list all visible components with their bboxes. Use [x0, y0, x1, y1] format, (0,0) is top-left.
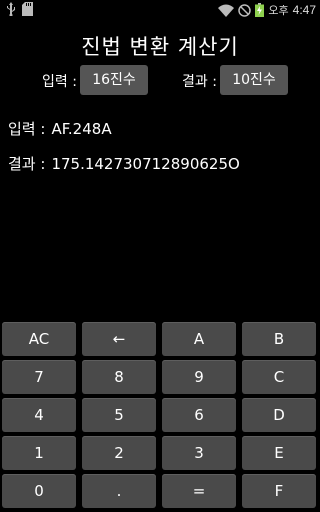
input-base-button[interactable]: 16진수: [80, 65, 148, 95]
status-bar: 오후 4:47: [0, 0, 320, 20]
output-base-button[interactable]: 10진수: [220, 65, 288, 95]
input-base-label: 입력 :: [42, 74, 77, 90]
key-2[interactable]: 2: [82, 436, 156, 470]
key-1[interactable]: 1: [2, 436, 76, 470]
mode-row: 입력 : 16진수 결과 : 10진수: [0, 65, 320, 95]
key-e[interactable]: E: [242, 436, 316, 470]
key-9[interactable]: 9: [162, 360, 236, 394]
key-4[interactable]: 4: [2, 398, 76, 432]
result-value: 175.142730712890625O: [51, 155, 240, 173]
key-b[interactable]: B: [242, 322, 316, 356]
key-d[interactable]: D: [242, 398, 316, 432]
mute-icon: [238, 3, 252, 17]
status-ampm: 오후: [268, 4, 289, 17]
input-label: 입력 :: [8, 120, 46, 138]
key-all-clear[interactable]: AC: [2, 322, 76, 356]
keypad: AC ← A B 7 8 9 C 4 5 6 D 1 2 3 E 0 . = F: [2, 322, 318, 508]
output-base-label: 결과 :: [182, 74, 217, 90]
key-c[interactable]: C: [242, 360, 316, 394]
key-f[interactable]: F: [242, 474, 316, 508]
status-time: 4:47: [292, 3, 316, 17]
input-value: AF.248A: [51, 120, 112, 138]
key-5[interactable]: 5: [82, 398, 156, 432]
key-equals[interactable]: =: [162, 474, 236, 508]
key-3[interactable]: 3: [162, 436, 236, 470]
battery-charging-icon: [255, 3, 265, 17]
input-display: 입력 : AF.248A: [8, 118, 112, 139]
key-a[interactable]: A: [162, 322, 236, 356]
key-0[interactable]: 0: [2, 474, 76, 508]
key-6[interactable]: 6: [162, 398, 236, 432]
page-title: 진법 변환 계산기: [81, 35, 239, 59]
result-display: 결과 : 175.142730712890625O: [8, 153, 240, 174]
key-7[interactable]: 7: [2, 360, 76, 394]
sd-card-icon: [22, 2, 33, 16]
key-8[interactable]: 8: [82, 360, 156, 394]
result-label: 결과 :: [8, 155, 46, 173]
key-backspace[interactable]: ←: [82, 322, 156, 356]
key-decimal-point[interactable]: .: [82, 474, 156, 508]
usb-icon: [6, 2, 16, 16]
wifi-icon: [218, 4, 235, 17]
